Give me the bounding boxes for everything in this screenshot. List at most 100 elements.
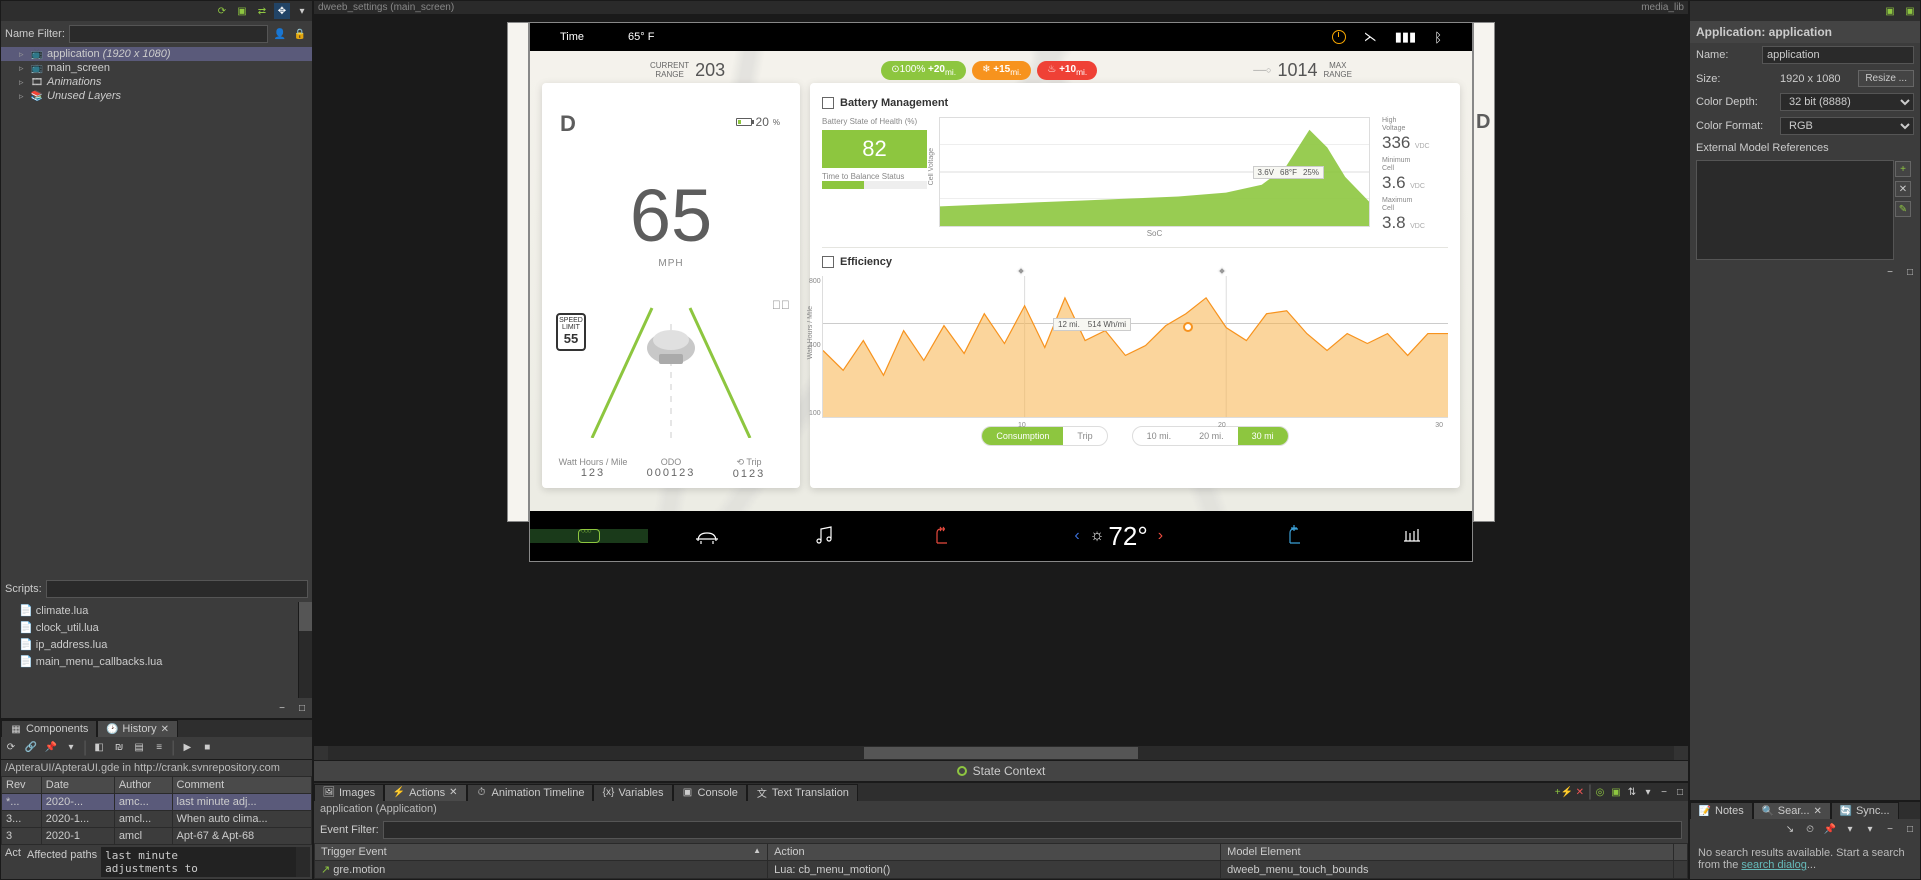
sync-icon[interactable]: ⟳ (214, 3, 230, 19)
refresh-icon[interactable]: ⟳ (3, 739, 19, 755)
tree-application[interactable]: ▹📺application (1920 x 1080) (1, 47, 312, 61)
cascade2-icon[interactable]: ▣ (1608, 784, 1624, 800)
tree-unused-layers[interactable]: ▹📚Unused Layers (1, 89, 312, 103)
add-action-icon[interactable]: +⚡ (1556, 784, 1572, 800)
scripts-list[interactable]: 📄 climate.lua 📄 clock_util.lua 📄 ip_addr… (1, 602, 312, 698)
project-tree[interactable]: ▹📺application (1920 x 1080) ▹📺main_scree… (1, 47, 312, 576)
col-trigger[interactable]: Trigger Event ▲ (315, 844, 768, 861)
nav-seat-cool[interactable] (1237, 523, 1355, 549)
tree-main-screen[interactable]: ▹📺main_screen (1, 61, 312, 75)
state-context-button[interactable]: State Context (314, 760, 1688, 781)
cascade-icon[interactable]: ▣ (234, 3, 250, 19)
close-icon[interactable]: ✕ (1814, 806, 1822, 817)
col-date[interactable]: Date (41, 777, 114, 794)
pill-seat[interactable]: ♨ +10mi. (1037, 61, 1097, 80)
tab-notes[interactable]: 📝Notes (1690, 802, 1753, 819)
col-rev[interactable]: Rev (2, 777, 42, 794)
nav-fan[interactable] (1354, 523, 1472, 549)
format-select[interactable]: RGB (1780, 117, 1914, 135)
add-ref-button[interactable]: + (1895, 161, 1911, 177)
col-author[interactable]: Author (114, 777, 172, 794)
events-table[interactable]: Trigger Event ▲ Action Model Element ↗ g… (314, 843, 1688, 879)
target-icon[interactable]: ◎ (1592, 784, 1608, 800)
eff-cursor[interactable] (1183, 322, 1193, 332)
affected-scrollbar[interactable] (296, 847, 310, 877)
canvas-tab-right[interactable]: media_lib (1641, 2, 1684, 13)
close-icon[interactable]: ✕ (161, 724, 169, 735)
tab-actions[interactable]: ⚡Actions✕ (384, 784, 466, 801)
lock-icon[interactable]: 🔒 (292, 26, 308, 42)
cascade4-icon[interactable]: ▣ (1902, 3, 1918, 19)
resize-button[interactable]: Resize ... (1858, 70, 1914, 87)
menu2-icon[interactable]: ▾ (1640, 784, 1656, 800)
collapse-icon[interactable]: ▾ (1842, 821, 1858, 837)
minimize4-icon[interactable]: − (1882, 821, 1898, 837)
script-item[interactable]: 📄 clock_util.lua (1, 619, 312, 636)
script-item[interactable]: 📄 main_menu_callbacks.lua (1, 653, 312, 670)
history-icon[interactable]: ⏲ (1802, 821, 1818, 837)
toggle-view[interactable]: Consumption Trip (981, 426, 1107, 446)
link-icon[interactable]: ⇄ (254, 3, 270, 19)
tab-animation-timeline[interactable]: ⏱Animation Timeline (467, 784, 594, 801)
depth-select[interactable]: 32 bit (8888) (1780, 93, 1914, 111)
cascade3-icon[interactable]: ▣ (1882, 3, 1898, 19)
col-model[interactable]: Model Element (1221, 844, 1674, 861)
tab-console[interactable]: ▣Console (673, 784, 747, 801)
menu-icon[interactable]: ▾ (294, 3, 310, 19)
edit-ref-button[interactable]: ✎ (1895, 201, 1911, 217)
stop-icon[interactable]: ■ (199, 739, 215, 755)
minimize-icon[interactable]: − (274, 700, 290, 716)
tab-sync[interactable]: 🔄Sync... (1831, 802, 1899, 819)
canvas-tab-left[interactable]: dweeb_settings (main_screen) (318, 2, 454, 13)
toggle-range[interactable]: 10 mi. 20 mi. 30 mi (1132, 426, 1289, 446)
table-row[interactable]: *...2020-...amc...last minute adj... (2, 794, 312, 811)
scripts-filter-input[interactable] (46, 580, 308, 598)
nav-car[interactable] (648, 523, 766, 549)
compare-mode-icon[interactable]: ◧ (91, 739, 107, 755)
canvas-h-scrollbar[interactable] (314, 746, 1688, 760)
menu3-icon[interactable]: ▾ (1862, 821, 1878, 837)
table-row[interactable]: 32020-1amclApt-67 & Apt-68 (2, 828, 312, 845)
event-filter-input[interactable] (383, 821, 1682, 839)
maximize3-icon[interactable]: □ (1902, 264, 1918, 280)
script-item[interactable]: 📄 climate.lua (1, 602, 312, 619)
nav-apps[interactable] (530, 529, 648, 543)
pin2-icon[interactable]: 📌 (1822, 821, 1838, 837)
filter-icon[interactable]: ▤ (131, 739, 147, 755)
maximize4-icon[interactable]: □ (1902, 821, 1918, 837)
minimize3-icon[interactable]: − (1882, 264, 1898, 280)
user-icon[interactable]: 👤 (272, 26, 288, 42)
tab-images[interactable]: 🖼Images (314, 784, 384, 801)
temp-up[interactable]: › (1158, 527, 1163, 545)
maximize-icon[interactable]: □ (294, 700, 310, 716)
search-dialog-link[interactable]: search dialog (1741, 859, 1806, 871)
pin-icon[interactable]: 📌 (43, 739, 59, 755)
nav-seat-heat[interactable] (883, 523, 1001, 549)
temp-down[interactable]: ‹ (1074, 527, 1079, 545)
link-editor-icon[interactable]: 🔗 (23, 739, 39, 755)
run-icon[interactable]: ▶ (179, 739, 195, 755)
script-item[interactable]: 📄 ip_address.lua (1, 636, 312, 653)
remove-action-icon[interactable]: ✕ (1572, 784, 1588, 800)
nav-music[interactable] (766, 523, 884, 549)
pill-eco[interactable]: ⊙100% +20mi. (881, 61, 966, 80)
run-search-icon[interactable]: ↘ (1782, 821, 1798, 837)
close-icon[interactable]: ✕ (449, 787, 457, 798)
ext-refs-list[interactable]: + ✕ ✎ (1696, 160, 1894, 260)
dropdown-icon[interactable]: ▾ (63, 739, 79, 755)
minimize2-icon[interactable]: − (1656, 784, 1672, 800)
tab-components[interactable]: ▦Components (1, 720, 97, 737)
table-row[interactable]: ↗ gre.motion Lua: cb_menu_motion() dweeb… (315, 861, 1688, 879)
scripts-scrollbar[interactable] (298, 602, 312, 698)
sort-icon[interactable]: ⇅ (1624, 784, 1640, 800)
name-filter-input[interactable] (69, 25, 268, 43)
name-input[interactable] (1762, 46, 1914, 64)
tab-search[interactable]: 🔍Sear...✕ (1753, 802, 1831, 819)
list-icon[interactable]: ≡ (151, 739, 167, 755)
table-row[interactable]: 3...2020-1...amcl...When auto clima... (2, 811, 312, 828)
dashboard-preview[interactable]: Time 65° F ⋋ ▮▮▮ ᛒ CURRENT RANGE 203 (529, 22, 1473, 562)
tab-text-translation[interactable]: 文Text Translation (747, 784, 858, 801)
tab-history[interactable]: 🕑History✕ (97, 720, 178, 737)
col-comment[interactable]: Comment (172, 777, 311, 794)
history-table[interactable]: Rev Date Author Comment *...2020-...amc.… (1, 776, 312, 845)
